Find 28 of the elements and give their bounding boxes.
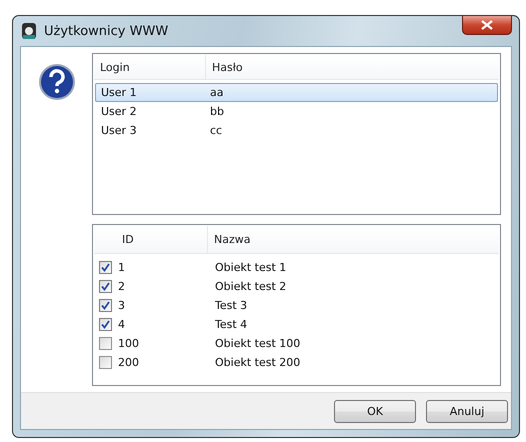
name-cell: Test 3 <box>215 299 248 312</box>
column-header[interactable]: Nazwa <box>208 226 499 253</box>
cancel-button[interactable]: Anuluj <box>426 400 508 422</box>
user-row[interactable]: User 2 bb <box>95 102 498 121</box>
password-cell: aa <box>210 86 224 99</box>
name-cell: Test 4 <box>215 318 248 331</box>
password-cell: cc <box>210 124 222 137</box>
id-cell: 1 <box>118 261 125 274</box>
name-cell: Obiekt test 200 <box>215 356 300 369</box>
window-title: Użytkownicy WWW <box>44 24 168 38</box>
login-cell-text: User 1 <box>100 86 138 99</box>
password-cell: bb <box>210 105 224 118</box>
id-cell: 2 <box>118 280 125 293</box>
name-cell: Obiekt test 2 <box>215 280 286 293</box>
column-header[interactable]: Hasło <box>206 55 499 79</box>
user-row[interactable]: User 1 aa <box>95 83 498 102</box>
column-header[interactable]: Login <box>94 55 206 79</box>
name-cell: Obiekt test 1 <box>215 261 286 274</box>
column-header[interactable]: ID <box>94 226 208 253</box>
ok-button[interactable]: OK <box>334 400 416 422</box>
id-cell: 4 <box>118 318 125 331</box>
id-cell: 100 <box>118 337 139 350</box>
id-cell: 3 <box>118 299 125 312</box>
user-row[interactable]: User 3 cc <box>95 121 498 140</box>
login-cell-text: User 2 <box>100 105 138 118</box>
name-cell: Obiekt test 100 <box>215 337 300 350</box>
id-cell: 200 <box>118 356 139 369</box>
login-cell-text: User 3 <box>100 124 138 137</box>
